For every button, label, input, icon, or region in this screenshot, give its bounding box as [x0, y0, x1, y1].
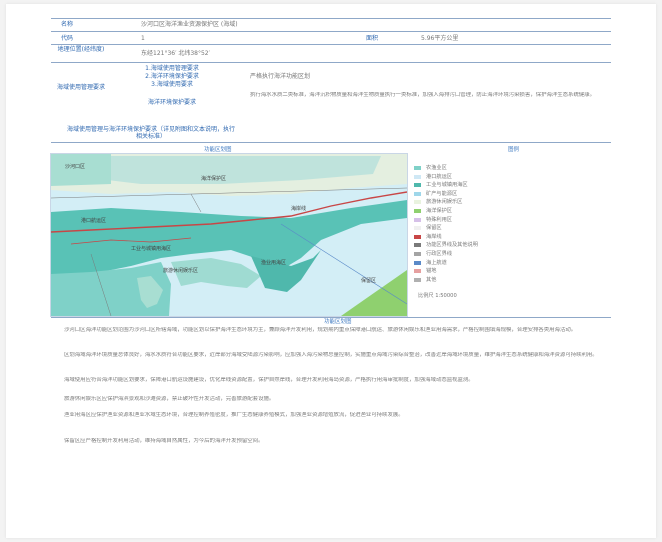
map-label: 工业与城镇用海区	[131, 245, 171, 252]
legend-label: 农渔业区	[426, 165, 447, 171]
legend-item: 行政区界线	[414, 250, 564, 259]
legend-item: 其他	[414, 276, 564, 285]
legend-swatch	[414, 200, 421, 205]
management-sub-label-1: 1.海域使用管理要求	[145, 65, 199, 72]
legend-note: 比例尺 1:50000	[418, 293, 457, 299]
document-page: 名称 沙河口区海洋渔业资源保护区 (海域) 代码 1 面积 5.96平方公里 地…	[6, 4, 656, 538]
legend-item: 港口航运区	[414, 173, 564, 182]
table-rule	[51, 31, 611, 32]
legend-item: 保留区	[414, 224, 564, 233]
legend-label: 海上航道	[426, 259, 447, 266]
table-rule	[51, 62, 611, 63]
legend-item: 功能区界线及其他说明	[414, 241, 564, 250]
table-rule	[51, 18, 611, 19]
legend-swatch	[414, 251, 421, 256]
map-caption: 功能区划图	[204, 147, 232, 153]
legend-item: 旅游休闲娱乐区	[414, 198, 564, 207]
legend-item: 海岸线	[414, 233, 564, 242]
legend-item: 锚地	[414, 267, 564, 276]
legend-label: 保留区	[426, 225, 442, 232]
map-legend: 农渔业区港口航运区工业与城镇用海区 矿产与能源区 旅游休闲娱乐区 海洋保护区特殊利用区…	[414, 164, 564, 284]
body-paragraph: 海域使用应符合海洋功能区划要求，保障港口航运设施建设，优化岸线资源配置，保护自然…	[64, 377, 474, 383]
map-label: 旅游休闲娱乐区	[163, 267, 198, 274]
legend-item: 工业与城镇用海区	[414, 181, 564, 190]
location-label: 地理位置(经纬度)	[57, 46, 105, 53]
environment-label: 海洋环境保护要求	[147, 99, 196, 106]
legend-swatch	[414, 234, 421, 239]
legend-item: 特殊利用区	[414, 216, 564, 225]
legend-label: 港口航运区	[426, 173, 452, 180]
code-value: 1	[141, 35, 145, 42]
legend-item: 矿产与能源区	[414, 190, 564, 199]
body-paragraph: 渔业用海区应保护渔业资源和渔业水域生态环境，合理控制养殖密度，推广生态健康养殖模…	[64, 412, 404, 418]
location-value: 东经121°36′ 北纬38°52′	[141, 50, 210, 57]
legend-label: 海洋保护区	[426, 207, 452, 214]
body-paragraph: 沙河口区海洋功能区划范围为沙河口区所辖海域，功能区划以保护海洋生态环境为主，兼顾…	[64, 327, 577, 333]
legend-item: 农渔业区	[414, 164, 564, 173]
map-label: 海岸线	[291, 205, 306, 212]
legend-label: 海岸线	[426, 233, 442, 240]
map-label: 港口航运区	[81, 217, 106, 224]
management-sub-label-2: 2.海洋环境保护要求	[145, 73, 199, 80]
legend-caption: 图例	[508, 147, 520, 153]
code-label: 代码	[61, 35, 74, 42]
legend-label: 功能区界线及其他说明	[426, 242, 478, 249]
body-paragraph: 保留区应严格控制开发利用活动，维持海域自然属性，为今后的海洋开发预留空间。	[64, 438, 264, 444]
area-value: 5.96平方公里	[421, 35, 459, 42]
legend-swatch	[414, 191, 421, 196]
legend-label: 矿产与能源区	[426, 190, 458, 197]
legend-swatch	[414, 277, 421, 282]
name-value: 沙河口区海洋渔业资源保护区 (海域)	[141, 21, 238, 28]
legend-swatch	[414, 226, 421, 231]
name-label: 名称	[61, 21, 74, 28]
management-label: 海域使用管理要求	[56, 84, 105, 91]
management-sub-label-3: 3.海域使用要求	[151, 81, 193, 88]
map-label: 保留区	[361, 277, 376, 284]
zoning-map-svg: 沙河口区 海洋保护区 港口航运区 旅游休闲娱乐区 渔业用海区 工业与城镇用海区 …	[51, 154, 407, 316]
map-label: 渔业用海区	[261, 259, 286, 266]
map-label: 海洋保护区	[201, 175, 226, 182]
zoning-map: 沙河口区 海洋保护区 港口航运区 旅游休闲娱乐区 渔业用海区 工业与城镇用海区 …	[50, 153, 408, 317]
bottom-caption: 功能区划图	[324, 319, 352, 325]
management-footer-label: 海域使用管理与海洋环境保护要求（详见附图和文本说明，执行相关标准）	[66, 126, 235, 140]
legend-label: 其他	[426, 276, 437, 283]
legend-label: 特殊利用区	[426, 216, 452, 223]
legend-label: 工业与城镇用海区	[426, 182, 468, 189]
body-paragraph: 旅游休闲娱乐区应保护海滨景观和沙滩资源，禁止破坏性开发活动，完善旅游配套设施。	[64, 396, 275, 402]
environment-text: 执行海水水质二类标准，海洋沉积物质量和海洋生物质量执行一类标准，加强入海排污口管…	[250, 92, 596, 98]
management-sub-value-1: 严格执行海洋功能区划	[250, 73, 311, 80]
table-rule	[51, 44, 611, 45]
area-label: 面积	[366, 35, 379, 42]
legend-swatch	[414, 243, 421, 248]
legend-item: 海上航道	[414, 259, 564, 268]
table-rule	[51, 142, 611, 143]
legend-label: 行政区界线	[426, 250, 452, 257]
legend-swatch	[414, 208, 421, 213]
legend-swatch	[414, 260, 421, 265]
legend-swatch	[414, 217, 421, 222]
legend-item: 海洋保护区	[414, 207, 564, 216]
zone-northwest	[51, 154, 111, 186]
legend-label: 锚地	[426, 268, 437, 275]
legend-label: 旅游休闲娱乐区	[426, 199, 463, 206]
legend-swatch	[414, 183, 421, 188]
legend-swatch	[414, 166, 421, 170]
map-label: 沙河口区	[65, 163, 85, 170]
legend-swatch	[414, 269, 421, 274]
legend-swatch	[414, 174, 421, 179]
